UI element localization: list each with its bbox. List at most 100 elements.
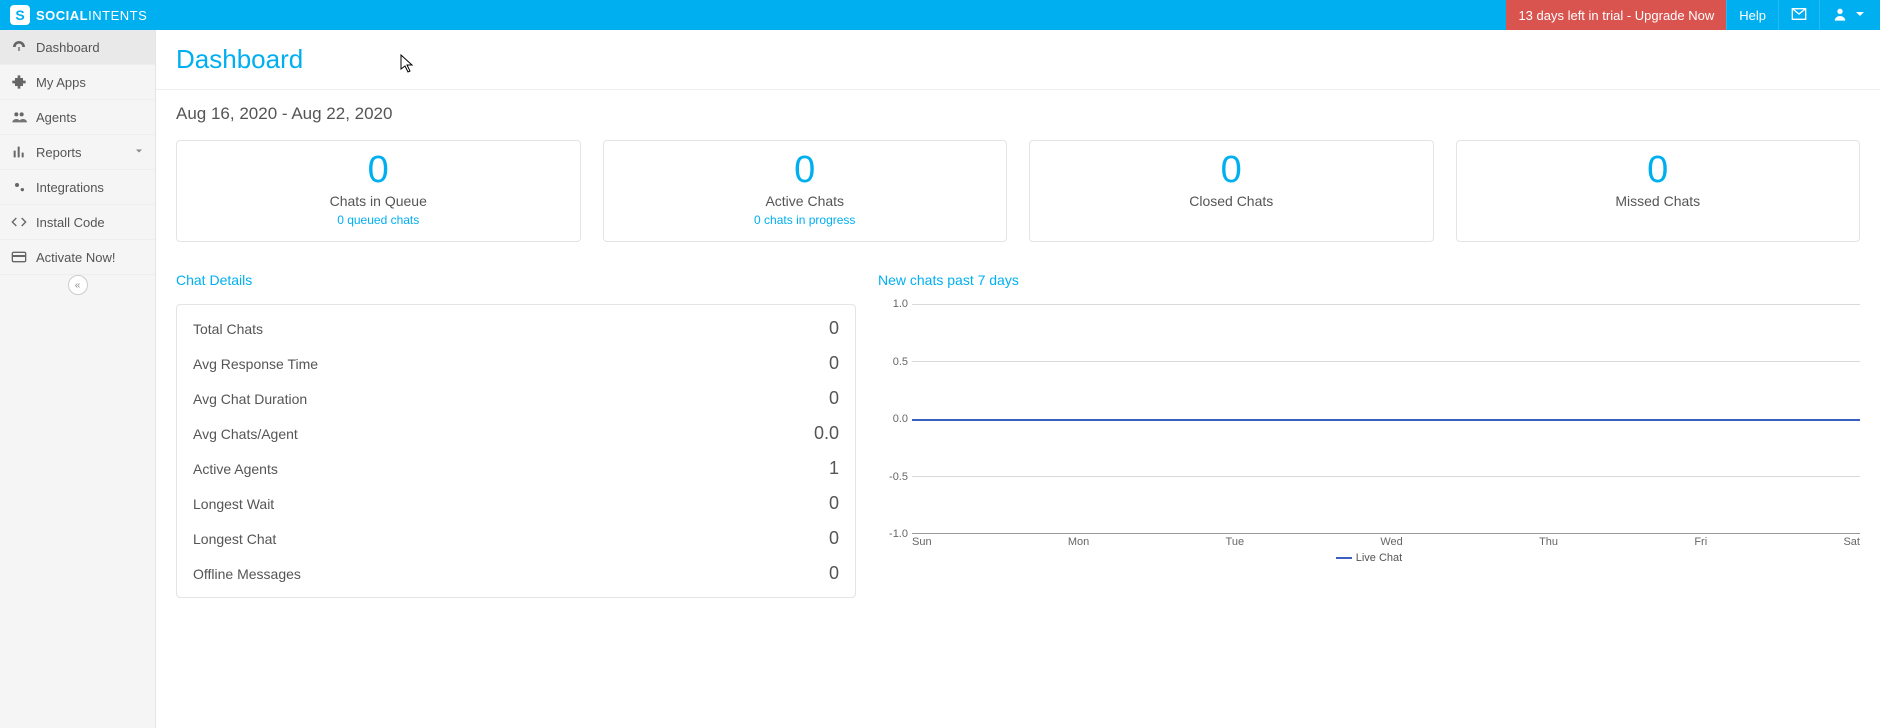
card-closed-chats[interactable]: 0 Closed Chats xyxy=(1029,140,1434,242)
chart-y-axis: 1.0 0.5 0.0 -0.5 -1.0 xyxy=(878,304,912,534)
logo-text-b: INTENTS xyxy=(88,8,147,23)
x-tick: Thu xyxy=(1539,536,1558,548)
sidebar-item-install-code[interactable]: Install Code xyxy=(0,205,155,240)
gears-icon xyxy=(10,178,28,196)
card-value: 0 xyxy=(187,151,570,189)
detail-label: Active Agents xyxy=(193,461,278,477)
puzzle-icon xyxy=(10,73,28,91)
sidebar: Dashboard My Apps Agents Reports Integra… xyxy=(0,30,156,728)
detail-value: 0 xyxy=(829,318,839,339)
sidebar-item-label: My Apps xyxy=(36,75,86,90)
x-tick: Sat xyxy=(1843,536,1860,548)
chat-details-box: Total Chats 0 Avg Response Time 0 Avg Chat… xyxy=(176,304,856,598)
envelope-icon xyxy=(1791,6,1807,25)
sidebar-item-reports[interactable]: Reports xyxy=(0,135,155,170)
legend-swatch xyxy=(1336,557,1352,559)
detail-label: Total Chats xyxy=(193,321,263,337)
chart-legend: Live Chat xyxy=(878,552,1860,564)
card-value: 0 xyxy=(1467,151,1850,189)
topbar: S SOCIALINTENTS 13 days left in trial - … xyxy=(0,0,1880,30)
card-label: Missed Chats xyxy=(1467,193,1850,209)
sidebar-item-label: Integrations xyxy=(36,180,104,195)
detail-value: 0 xyxy=(829,388,839,409)
card-label: Active Chats xyxy=(614,193,997,209)
chart-title: New chats past 7 days xyxy=(878,272,1860,288)
card-value: 0 xyxy=(614,151,997,189)
chart: 1.0 0.5 0.0 -0.5 -1.0 Sun xyxy=(878,304,1860,564)
x-tick: Sun xyxy=(912,536,932,548)
sidebar-item-my-apps[interactable]: My Apps xyxy=(0,65,155,100)
chevron-left-icon: « xyxy=(75,280,81,291)
messages-button[interactable] xyxy=(1778,0,1819,30)
detail-row: Longest Chat 0 xyxy=(193,521,839,556)
summary-cards: 0 Chats in Queue 0 queued chats 0 Active… xyxy=(176,140,1860,242)
sidebar-item-dashboard[interactable]: Dashboard xyxy=(0,30,155,65)
y-tick: 1.0 xyxy=(893,298,908,310)
chevron-down-icon xyxy=(133,145,145,160)
y-tick: -0.5 xyxy=(889,471,908,483)
y-tick: 0.5 xyxy=(893,356,908,368)
main-content: Dashboard Aug 16, 2020 - Aug 22, 2020 0 … xyxy=(156,30,1880,728)
upgrade-button[interactable]: 13 days left in trial - Upgrade Now xyxy=(1506,0,1726,30)
detail-label: Avg Response Time xyxy=(193,356,318,372)
detail-value: 0 xyxy=(829,353,839,374)
detail-row: Active Agents 1 xyxy=(193,451,839,486)
logo-text-a: SOCIAL xyxy=(36,8,88,23)
user-icon xyxy=(1832,6,1848,25)
sidebar-item-label: Dashboard xyxy=(36,40,100,55)
users-icon xyxy=(10,108,28,126)
logo-text: SOCIALINTENTS xyxy=(36,8,147,23)
sidebar-item-label: Reports xyxy=(36,145,82,160)
detail-row: Avg Chat Duration 0 xyxy=(193,381,839,416)
card-missed-chats[interactable]: 0 Missed Chats xyxy=(1456,140,1861,242)
x-tick: Mon xyxy=(1068,536,1089,548)
bar-chart-icon xyxy=(10,143,28,161)
detail-label: Longest Chat xyxy=(193,531,276,547)
detail-value: 0 xyxy=(829,528,839,549)
card-active-chats[interactable]: 0 Active Chats 0 chats in progress xyxy=(603,140,1008,242)
credit-card-icon xyxy=(10,248,28,266)
detail-row: Offline Messages 0 xyxy=(193,556,839,591)
user-menu-button[interactable] xyxy=(1819,0,1880,30)
collapse-sidebar-button[interactable]: « xyxy=(68,275,88,295)
y-tick: 0.0 xyxy=(893,413,908,425)
chart-x-axis: Sun Mon Tue Wed Thu Fri Sat xyxy=(912,534,1860,548)
sidebar-item-label: Activate Now! xyxy=(36,250,115,265)
code-icon xyxy=(10,213,28,231)
detail-value: 0.0 xyxy=(814,423,839,444)
detail-value: 0 xyxy=(829,563,839,584)
help-button[interactable]: Help xyxy=(1726,0,1778,30)
detail-row: Total Chats 0 xyxy=(193,311,839,346)
sidebar-item-label: Install Code xyxy=(36,215,105,230)
card-sublabel: 0 chats in progress xyxy=(614,213,997,227)
x-tick: Tue xyxy=(1226,536,1245,548)
detail-label: Avg Chat Duration xyxy=(193,391,307,407)
date-range: Aug 16, 2020 - Aug 22, 2020 xyxy=(176,104,1860,124)
detail-value: 1 xyxy=(829,458,839,479)
detail-label: Offline Messages xyxy=(193,566,301,582)
card-sublabel: 0 queued chats xyxy=(187,213,570,227)
caret-down-icon xyxy=(1852,6,1868,25)
detail-label: Avg Chats/Agent xyxy=(193,426,298,442)
card-label: Closed Chats xyxy=(1040,193,1423,209)
sidebar-item-agents[interactable]: Agents xyxy=(0,100,155,135)
card-value: 0 xyxy=(1040,151,1423,189)
card-chats-in-queue[interactable]: 0 Chats in Queue 0 queued chats xyxy=(176,140,581,242)
chart-plot-area xyxy=(912,304,1860,534)
chart-series-line xyxy=(912,419,1860,421)
x-tick: Fri xyxy=(1694,536,1707,548)
detail-label: Longest Wait xyxy=(193,496,274,512)
detail-row: Longest Wait 0 xyxy=(193,486,839,521)
sidebar-item-integrations[interactable]: Integrations xyxy=(0,170,155,205)
dashboard-icon xyxy=(10,38,28,56)
logo[interactable]: S SOCIALINTENTS xyxy=(0,0,157,30)
page-title: Dashboard xyxy=(176,44,1860,75)
detail-row: Avg Response Time 0 xyxy=(193,346,839,381)
logo-badge: S xyxy=(10,5,30,25)
detail-row: Avg Chats/Agent 0.0 xyxy=(193,416,839,451)
detail-value: 0 xyxy=(829,493,839,514)
y-tick: -1.0 xyxy=(889,528,908,540)
sidebar-item-activate-now[interactable]: Activate Now! xyxy=(0,240,155,275)
legend-label: Live Chat xyxy=(1356,552,1402,564)
chat-details-title: Chat Details xyxy=(176,272,856,288)
